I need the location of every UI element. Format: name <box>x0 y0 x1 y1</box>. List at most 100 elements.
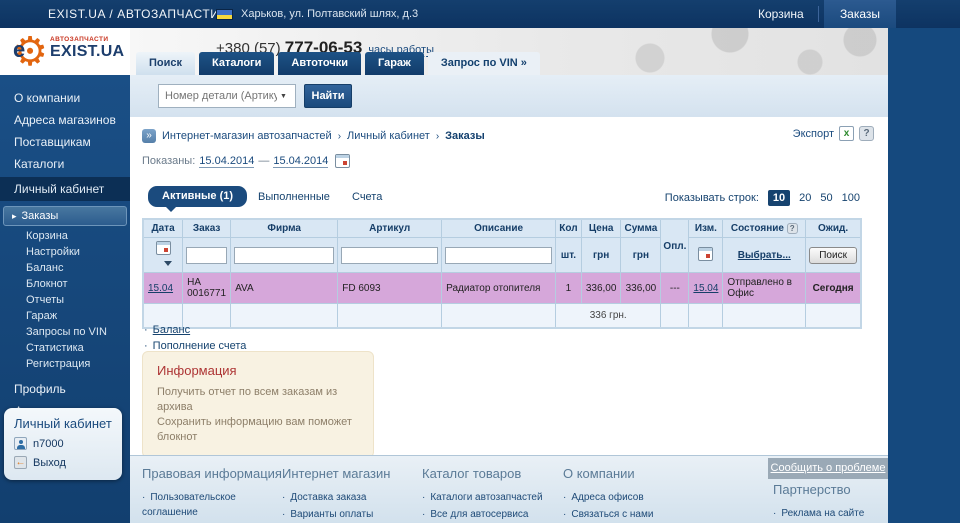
filter-changed-calendar-icon[interactable] <box>698 246 714 261</box>
sidebar-item-addresses[interactable]: Адреса магазинов <box>0 109 130 131</box>
footer-link-parts-catalogs[interactable]: Каталоги автозапчастей <box>422 490 562 505</box>
footer-col-legal: Правовая информация Пользовательское сог… <box>142 466 282 523</box>
sidebar-item-cabinet[interactable]: Личный кабинет <box>0 177 130 201</box>
order-date-link[interactable]: 15.04 <box>148 283 173 294</box>
tab-invoices[interactable]: Счета <box>352 191 382 203</box>
report-problem-button[interactable]: Сообщить о проблеме <box>768 458 888 479</box>
tab-autopoints[interactable]: Автоточки <box>278 52 361 75</box>
footer-link-contact[interactable]: Связаться с нами <box>563 507 703 522</box>
filter-description-input[interactable] <box>445 246 553 264</box>
status-help-icon[interactable] <box>786 223 798 234</box>
col-price: Цена <box>580 218 622 239</box>
breadcrumb-cabinet[interactable]: Личный кабинет <box>347 130 430 142</box>
sidebar-item-catalogs[interactable]: Каталоги <box>0 153 130 175</box>
table-search-button[interactable]: Поиск <box>809 246 857 264</box>
footer-link-payment[interactable]: Варианты оплаты <box>282 507 422 522</box>
filter-date-calendar-icon[interactable] <box>155 241 171 256</box>
sidebar-item-cart[interactable]: Корзина <box>0 228 130 244</box>
sidebar-item-about[interactable]: О компании <box>0 87 130 109</box>
rows-option-100[interactable]: 100 <box>842 192 860 204</box>
table-header-row: Дата Заказ Фирма Артикул Описание Кол Це… <box>142 218 862 274</box>
rows-option-10[interactable]: 10 <box>767 190 791 206</box>
export-block: Экспорт <box>793 126 874 141</box>
user-cabinet-box: Личный кабинет n7000 ← Выход <box>4 408 122 480</box>
sidebar-item-profile[interactable]: Профиль <box>0 378 130 400</box>
filter-order-input[interactable] <box>186 246 228 264</box>
tab-completed-orders[interactable]: Выполненные <box>258 191 330 203</box>
breadcrumb-separator <box>436 131 439 142</box>
sidebar-item-orders-selected[interactable]: Заказы <box>3 206 127 226</box>
order-expected-cell: Сегодня <box>805 272 862 305</box>
period-row: Показаны: 15.04.2014 — 15.04.2014 <box>142 154 351 168</box>
status-choose-link[interactable]: Выбрать... <box>738 250 791 261</box>
col-date: Дата <box>142 218 184 239</box>
part-number-input[interactable] <box>158 84 296 108</box>
footer-link-delivery[interactable]: Доставка заказа <box>282 490 422 505</box>
main-content: +380 (57) 777-06-53 часы работы Поиск Кат… <box>130 28 888 523</box>
footer-link-offices[interactable]: Адреса офисов <box>563 490 703 505</box>
export-link[interactable]: Экспорт <box>793 128 834 140</box>
user-account-link[interactable]: n7000 <box>14 437 112 450</box>
logo[interactable]: ⚙ е АВТОЗАПЧАСТИ EXIST.UA <box>0 28 130 75</box>
order-changed-link[interactable]: 15.04 <box>693 283 718 294</box>
sidebar-item-settings[interactable]: Настройки <box>0 244 130 260</box>
excel-export-icon[interactable] <box>839 126 854 141</box>
order-article-cell: FD 6093 <box>337 272 443 305</box>
logout-link[interactable]: ← Выход <box>14 456 112 469</box>
orders-link[interactable]: Заказы <box>824 0 896 28</box>
footer-col-title: О компании <box>563 466 635 481</box>
cart-link[interactable]: Корзина <box>758 0 804 28</box>
breadcrumb-orders: Заказы <box>445 130 485 142</box>
order-paid-cell: --- <box>660 272 690 305</box>
sidebar-item-notepad[interactable]: Блокнот <box>0 276 130 292</box>
filter-description-cell <box>441 237 557 274</box>
help-icon[interactable] <box>859 126 874 141</box>
sidebar-item-garage[interactable]: Гараж <box>0 308 130 324</box>
info-box-title: Информация <box>157 363 237 378</box>
order-sum-cell: 336,00 <box>620 272 662 305</box>
calendar-icon[interactable] <box>335 154 351 168</box>
sidebar-item-registration[interactable]: Регистрация <box>0 356 130 372</box>
order-number-cell: НА 0016771 <box>182 272 232 305</box>
store-location: Харьков, ул. Полтавский шлях, д.3 <box>241 8 419 20</box>
sidebar-item-reports[interactable]: Отчеты <box>0 292 130 308</box>
sidebar-item-vin-requests[interactable]: Запросы по VIN <box>0 324 130 340</box>
topbar-divider <box>818 6 819 22</box>
breadcrumb-home-icon[interactable] <box>142 129 156 143</box>
col-firm: Фирма <box>230 218 339 239</box>
filter-firm-input[interactable] <box>234 246 335 264</box>
info-box: Информация Получить отчет по всем заказа… <box>142 351 374 458</box>
sidebar-item-suppliers[interactable]: Поставщикам <box>0 131 130 153</box>
filter-firm-cell <box>230 237 339 274</box>
sum-unit-cell: грн <box>620 237 662 274</box>
rows-option-20[interactable]: 20 <box>799 192 811 204</box>
balance-link[interactable]: Баланс <box>144 324 246 336</box>
col-sum: Сумма <box>620 218 662 239</box>
sidebar-item-balance[interactable]: Баланс <box>0 260 130 276</box>
date-to-link[interactable]: 15.04.2014 <box>273 155 329 168</box>
tab-vin-request[interactable]: Запрос по VIN » <box>427 52 540 75</box>
rows-option-50[interactable]: 50 <box>820 192 832 204</box>
tab-search[interactable]: Поиск <box>136 52 196 75</box>
breadcrumb-shop[interactable]: Интернет-магазин автозапчастей <box>162 130 332 142</box>
find-button[interactable]: Найти <box>304 84 352 108</box>
footer-col-catalog: Каталог товаров Каталоги автозапчастей В… <box>422 466 562 523</box>
order-row[interactable]: 15.04 НА 0016771 AVA FD 6093 Радиатор от… <box>142 272 862 305</box>
footer-col-title: Каталог товаров <box>422 466 522 481</box>
topbar: EXIST.UA / АВТОЗАПЧАСТИ Харьков, ул. Пол… <box>0 0 960 28</box>
logo-letter: е <box>13 37 26 62</box>
tab-garage[interactable]: Гараж <box>365 52 424 75</box>
footer-link-autoservice[interactable]: Все для автосервиса <box>422 507 562 522</box>
date-from-link[interactable]: 15.04.2014 <box>199 155 255 168</box>
sort-icon[interactable] <box>164 261 173 266</box>
tab-catalogs[interactable]: Каталоги <box>199 52 275 75</box>
order-changed-cell: 15.04 <box>688 272 724 305</box>
search-strip: ▼ Найти <box>130 75 888 117</box>
tab-active-orders[interactable]: Активные (1) <box>148 186 248 212</box>
filter-article-input[interactable] <box>341 246 439 264</box>
footer-link-user-agreement[interactable]: Пользовательское соглашение <box>142 490 282 520</box>
sidebar-item-statistics[interactable]: Статистика <box>0 340 130 356</box>
footer: Сообщить о проблеме Правовая информация … <box>130 455 888 523</box>
orders-table: Дата Заказ Фирма Артикул Описание Кол Це… <box>142 218 862 329</box>
footer-link-advertising[interactable]: Реклама на сайте <box>773 506 888 521</box>
